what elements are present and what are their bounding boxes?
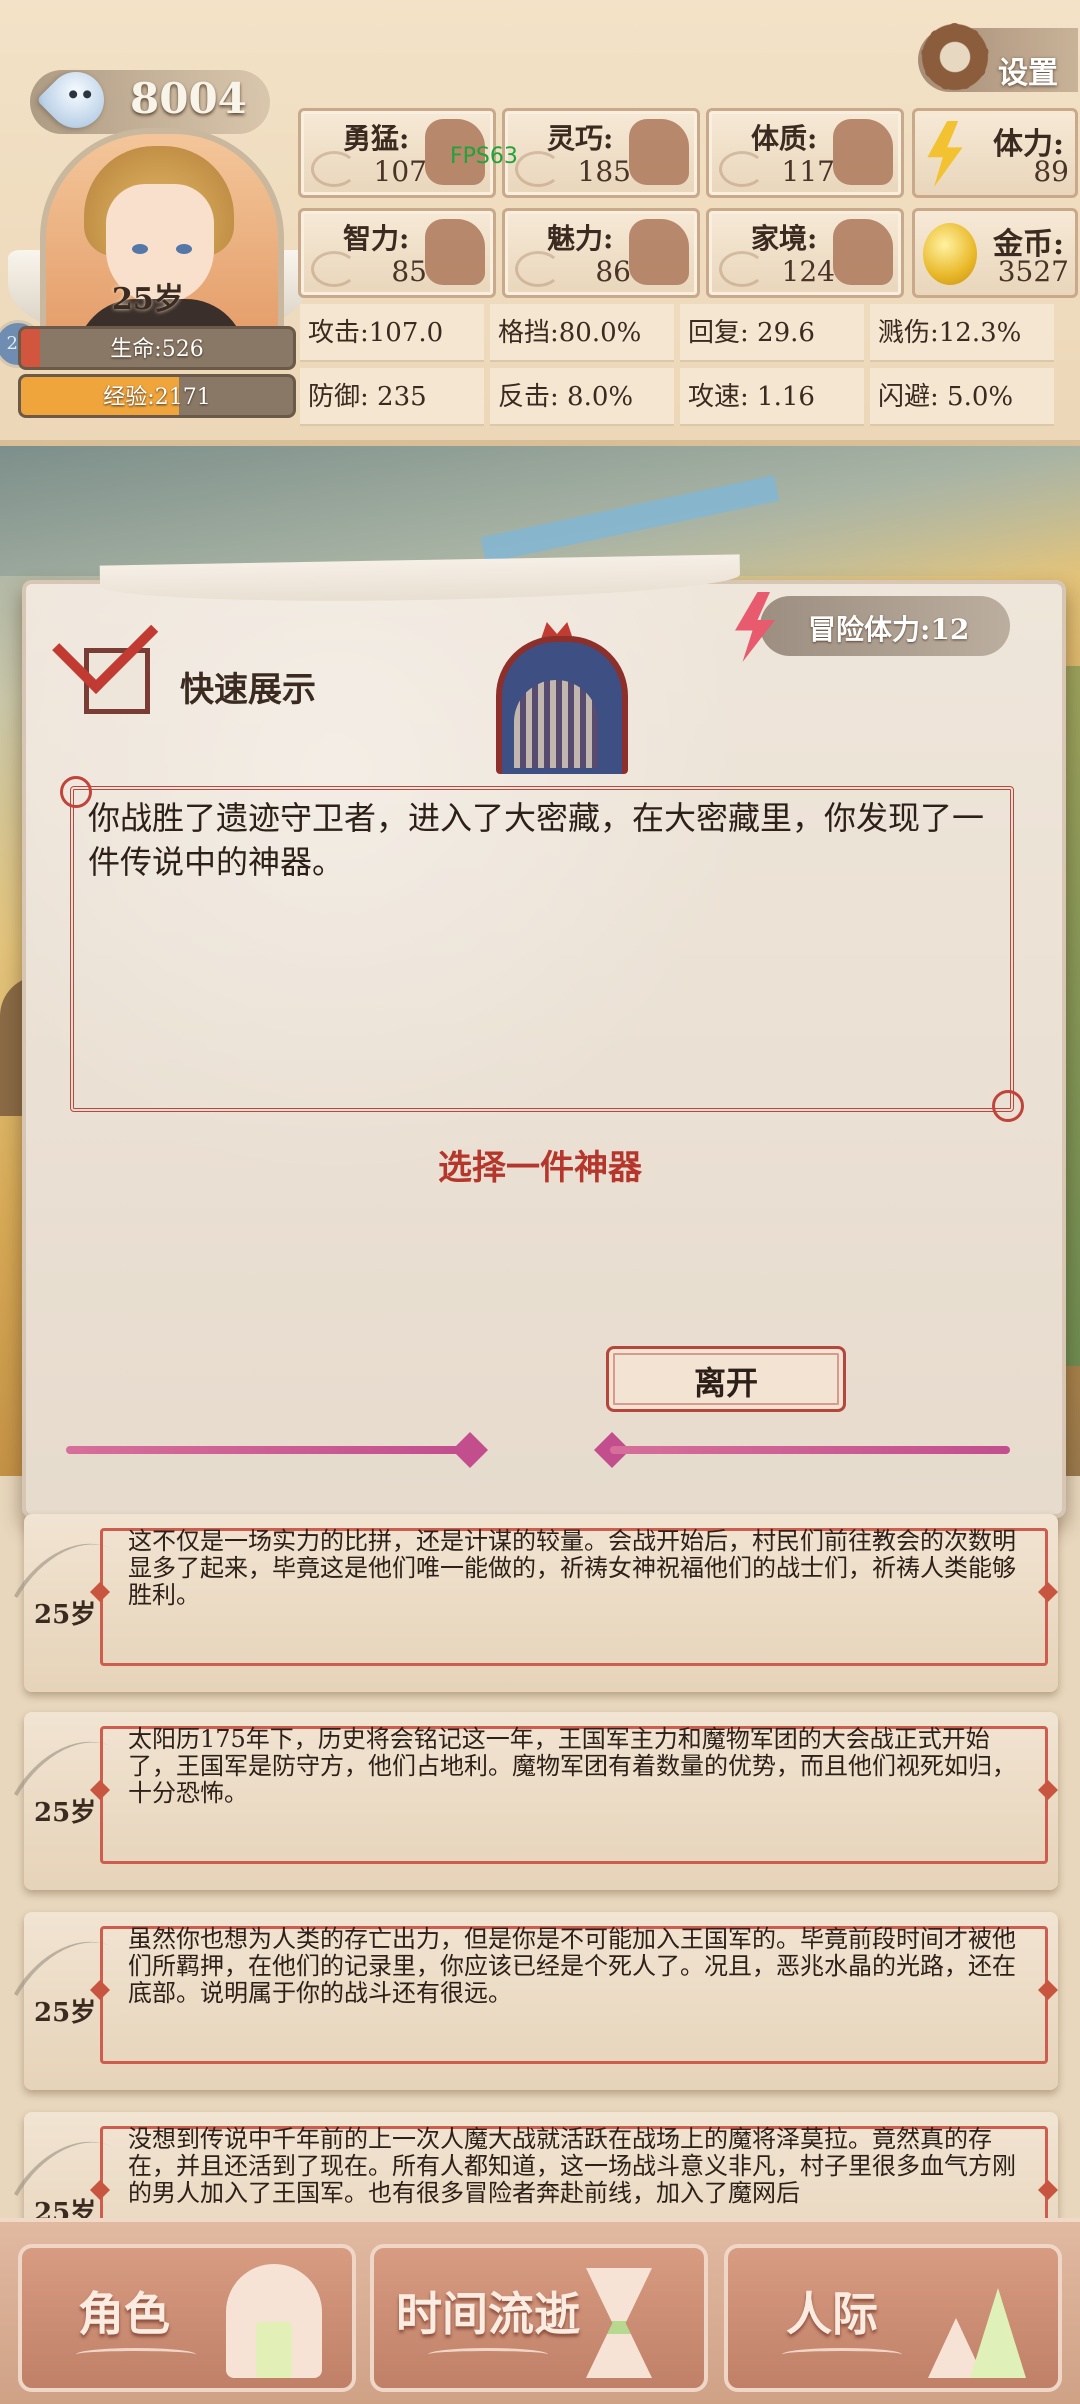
flower-icon [629, 219, 689, 285]
nav-time-button[interactable]: 时间流逝 [370, 2244, 708, 2392]
log-text: 没想到传说中千年前的上一次人魔大战就活跃在战场上的魔将泽莫拉。竟然真的存在，并且… [128, 2125, 1016, 2207]
nav-label: 角色 [78, 2287, 170, 2341]
stat-intelligence[interactable]: 智力: 85 [298, 208, 496, 298]
choose-artifact-label: 选择一件神器 [438, 1148, 642, 1188]
hand-icon [629, 119, 689, 185]
ornament-icon [782, 2348, 902, 2361]
stat-value: 86 [595, 255, 631, 288]
portrait-eye [176, 244, 192, 254]
log-entry: 25岁 这不仅是一场实力的比拼，还是计谋的较量。会战开始后，村民们前往教会的次数… [13, 1514, 1058, 1692]
log-age: 25岁 [34, 1798, 97, 1828]
log-age: 25岁 [34, 1998, 97, 2028]
stat-name: 魅力: [547, 222, 614, 255]
coin-hand-icon [833, 219, 893, 285]
stat-value: 124 [781, 255, 835, 288]
combat-stat: 溅伤:12.3% [870, 304, 1054, 362]
resource-value: 3527 [997, 255, 1069, 288]
status-header: 8004 25岁 22 生命:526 经验:2171 设置 勇猛: 107 灵巧… [0, 0, 1080, 446]
stat-constitution[interactable]: 体质: 117 [706, 108, 904, 198]
stat-name: 家境: [751, 222, 818, 255]
log-entry: 25岁 虽然你也想为人类的存亡出力，但是你是不可能加入王国军的。毕竟前段时间才被… [13, 1912, 1058, 2090]
ornament-icon [76, 2348, 196, 2361]
resource-value: 89 [1033, 155, 1069, 188]
log-age: 25岁 [34, 1600, 97, 1630]
stat-value: 117 [781, 155, 835, 188]
nav-label: 时间流逝 [396, 2287, 580, 2341]
combat-stats: 攻击:107.0 格挡:80.0% 回复: 29.6 溅伤:12.3% 防御: … [300, 304, 1060, 434]
log-entry: 25岁 太阳历175年下，历史将会铭记这一年，王国军主力和魔物军团的大会战正式开… [13, 1712, 1058, 1890]
divider-left [66, 1446, 466, 1454]
hourglass-icon [586, 2268, 652, 2378]
gear-icon[interactable] [918, 20, 992, 94]
lightning-icon [927, 121, 963, 187]
divider-right [610, 1446, 1010, 1454]
combat-stat: 攻速: 1.16 [680, 368, 864, 426]
nav-label: 人际 [786, 2287, 878, 2341]
vault-gate-icon [514, 680, 598, 768]
combat-stat: 攻击:107.0 [300, 304, 484, 362]
stat-agility[interactable]: 灵巧: 185 [502, 108, 700, 198]
ornament-icon [428, 2348, 548, 2361]
stat-value: 107 [373, 155, 427, 188]
stat-name: 灵巧: [547, 122, 614, 155]
gold-coin-icon [923, 223, 977, 285]
hp-bar: 生命:526 [18, 326, 296, 370]
stat-value: 85 [391, 255, 427, 288]
log-text: 太阳历175年下，历史将会铭记这一年，王国军主力和魔物军团的大会战正式开始了，王… [128, 1725, 1016, 1807]
role-icon [226, 2264, 322, 2378]
portrait-eye [132, 244, 148, 254]
combat-stat: 防御: 235 [300, 368, 484, 426]
brain-icon [425, 219, 485, 285]
leave-button[interactable]: 离开 [606, 1346, 846, 1412]
stat-family[interactable]: 家境: 124 [706, 208, 904, 298]
nav-role-button[interactable]: 角色 [18, 2244, 356, 2392]
river [480, 475, 780, 563]
combat-stat: 格挡:80.0% [490, 304, 674, 362]
combat-stat: 回复: 29.6 [680, 304, 864, 362]
stat-value: 185 [577, 155, 631, 188]
fps-counter: FPS63 [450, 144, 518, 169]
log-text: 这不仅是一场实力的比拼，还是计谋的较量。会战开始后，村民们前往教会的次数明显多了… [128, 1527, 1016, 1609]
nav-social-button[interactable]: 人际 [724, 2244, 1062, 2392]
score-value: 8004 [130, 74, 247, 123]
combat-stat: 闪避: 5.0% [870, 368, 1054, 426]
stat-name: 体质: [751, 122, 818, 155]
hp-label: 生命:526 [110, 337, 204, 362]
stat-charm[interactable]: 魅力: 86 [502, 208, 700, 298]
quick-show-label[interactable]: 快速展示 [180, 662, 316, 711]
social-icon [928, 2288, 1028, 2378]
resource-stamina[interactable]: 体力: 89 [912, 108, 1078, 198]
adventure-stamina-label: 冒险体力:12 [808, 613, 970, 646]
story-text: 你战胜了遗迹守卫者，进入了大密藏，在大密藏里，你发现了一件传说中的神器。 [88, 799, 985, 881]
age-label: 25岁 [112, 282, 184, 317]
resource-gold[interactable]: 金币: 3527 [912, 208, 1078, 298]
log-text: 虽然你也想为人类的存亡出力，但是你是不可能加入王国军的。毕竟前段时间才被他们所羁… [128, 1925, 1016, 2007]
combat-stat: 反击: 8.0% [490, 368, 674, 426]
exp-bar: 经验:2171 [18, 374, 296, 418]
stat-name: 勇猛: [343, 122, 410, 155]
exp-label: 经验:2171 [103, 385, 211, 410]
arm-icon [833, 119, 893, 185]
stat-name: 智力: [343, 222, 410, 255]
settings-label[interactable]: 设置 [998, 48, 1058, 92]
